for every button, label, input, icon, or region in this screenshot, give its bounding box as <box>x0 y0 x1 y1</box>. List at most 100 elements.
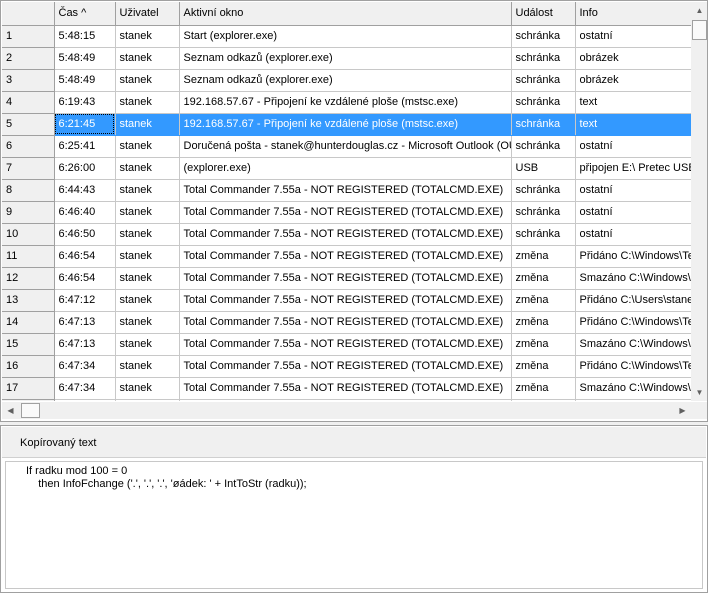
user-cell[interactable]: stanek <box>115 245 180 268</box>
event-cell[interactable]: schránka <box>511 113 576 136</box>
user-cell[interactable]: stanek <box>115 377 180 400</box>
window-cell[interactable]: Total Commander 7.55a - NOT REGISTERED (… <box>179 289 512 312</box>
event-cell[interactable]: USB <box>511 157 576 180</box>
window-cell[interactable]: Total Commander 7.55a - NOT REGISTERED (… <box>179 201 512 224</box>
user-cell[interactable] <box>115 399 180 401</box>
time-cell[interactable]: 6:46:54 <box>54 267 116 290</box>
info-cell[interactable]: Přidáno C:\Windows\Temp <box>575 245 691 268</box>
user-cell[interactable]: stanek <box>115 201 180 224</box>
event-cell[interactable]: změna <box>511 333 576 356</box>
window-cell[interactable]: Seznam odkazů (explorer.exe) <box>179 69 512 92</box>
window-cell[interactable]: 192.168.57.67 - Připojení ke vzdálené pl… <box>179 91 512 114</box>
vertical-scroll-thumb[interactable] <box>692 20 707 40</box>
table-row[interactable]: 11 6:46:54 stanek Total Commander 7.55a - N… <box>2 245 691 268</box>
time-cell[interactable]: 5:48:15 <box>54 25 116 48</box>
table-row[interactable]: 16 6:47:34 stanek Total Commander 7.55a - N… <box>2 355 691 378</box>
time-cell[interactable]: 6:26:00 <box>54 157 116 180</box>
time-cell[interactable]: 6:19:43 <box>54 91 116 114</box>
window-cell[interactable]: Total Commander 7.55a - NOT REGISTERED (… <box>179 245 512 268</box>
event-cell[interactable]: schránka <box>511 223 576 246</box>
event-cell[interactable]: změna <box>511 267 576 290</box>
event-cell[interactable]: změna <box>511 289 576 312</box>
user-cell[interactable]: stanek <box>115 47 180 70</box>
column-header-event[interactable]: Událost <box>511 2 576 26</box>
table-row[interactable]: 4 6:19:43 stanek 192.168.57.67 - Připojení … <box>2 91 691 114</box>
column-header-user[interactable]: Uživatel <box>115 2 180 26</box>
arrow-up-icon[interactable]: ▲ <box>691 2 707 19</box>
table-row[interactable]: 14 6:47:13 stanek Total Commander 7.55a - N… <box>2 311 691 334</box>
event-cell[interactable]: schránka <box>511 179 576 202</box>
user-cell[interactable]: stanek <box>115 267 180 290</box>
clipboard-text[interactable]: If radku mod 100 = 0 then InfoFchange ('… <box>5 461 703 589</box>
time-cell[interactable]: 5:48:49 <box>54 69 116 92</box>
vertical-scrollbar[interactable]: ▲ ▼ <box>691 2 707 401</box>
event-cell[interactable]: schránka <box>511 135 576 158</box>
table-row[interactable]: 10 6:46:50 stanek Total Commander 7.55a - N… <box>2 223 691 246</box>
arrow-right-icon[interactable]: ▶ <box>674 402 691 419</box>
info-cell[interactable]: Smazáno C:\Windows\Temp <box>575 267 691 290</box>
event-cell[interactable]: schránka <box>511 91 576 114</box>
event-cell[interactable]: změna <box>511 355 576 378</box>
time-cell[interactable]: 6:47:13 <box>54 333 116 356</box>
event-cell[interactable]: změna <box>511 377 576 400</box>
table-row[interactable]: 3 5:48:49 stanek Seznam odkazů (explorer.ex… <box>2 69 691 92</box>
horizontal-scroll-thumb[interactable] <box>21 403 40 418</box>
user-cell[interactable]: stanek <box>115 113 180 136</box>
event-cell[interactable]: schránka <box>511 201 576 224</box>
time-cell[interactable] <box>54 399 116 401</box>
window-cell[interactable]: Total Commander 7.55a - NOT REGISTERED (… <box>179 223 512 246</box>
window-cell[interactable]: Total Commander 7.55a - NOT REGISTERED (… <box>179 377 512 400</box>
column-header-info[interactable]: Info <box>575 2 691 26</box>
window-cell[interactable]: Start (explorer.exe) <box>179 25 512 48</box>
table-row[interactable]: 8 6:44:43 stanek Total Commander 7.55a - NO… <box>2 179 691 202</box>
column-header-window[interactable]: Aktivní okno <box>179 2 512 26</box>
table-row[interactable]: 9 6:46:40 stanek Total Commander 7.55a - NO… <box>2 201 691 224</box>
user-cell[interactable]: stanek <box>115 289 180 312</box>
window-cell[interactable]: Total Commander 7.55a - NOT REGISTERED (… <box>179 311 512 334</box>
user-cell[interactable]: stanek <box>115 355 180 378</box>
user-cell[interactable]: stanek <box>115 157 180 180</box>
table-row[interactable]: 17 6:47:34 stanek Total Commander 7.55a - N… <box>2 377 691 400</box>
table-row[interactable]: 5 6:21:45 stanek 192.168.57.67 - Připojení … <box>2 113 691 136</box>
arrow-left-icon[interactable]: ◀ <box>2 402 19 419</box>
table-row[interactable]: 15 6:47:13 stanek Total Commander 7.55a - N… <box>2 333 691 356</box>
horizontal-scrollbar[interactable]: ◀ ▶ <box>2 402 691 419</box>
time-cell[interactable]: 6:21:45 <box>54 113 116 136</box>
info-cell[interactable]: obrázek <box>575 69 691 92</box>
window-cell[interactable]: Seznam odkazů (explorer.exe) <box>179 47 512 70</box>
column-header-time[interactable]: Čas ^ <box>54 2 116 26</box>
info-cell[interactable]: ostatní <box>575 25 691 48</box>
info-cell[interactable]: ostatní <box>575 223 691 246</box>
window-cell[interactable]: Total Commander 7.55a - NOT REGISTERED (… <box>179 355 512 378</box>
time-cell[interactable]: 6:25:41 <box>54 135 116 158</box>
window-cell[interactable]: Doručená pošta - stanek@hunterdouglas.cz… <box>179 135 512 158</box>
info-cell[interactable]: ostatní <box>575 201 691 224</box>
info-cell[interactable]: text <box>575 113 691 136</box>
info-cell[interactable]: text <box>575 91 691 114</box>
info-cell[interactable]: Přidáno C:\Windows\Temp <box>575 311 691 334</box>
user-cell[interactable]: stanek <box>115 179 180 202</box>
event-cell[interactable]: změna <box>511 311 576 334</box>
time-cell[interactable]: 6:44:43 <box>54 179 116 202</box>
info-cell[interactable]: Smazáno C:\Windows\Temp <box>575 377 691 400</box>
time-cell[interactable]: 6:46:54 <box>54 245 116 268</box>
user-cell[interactable]: stanek <box>115 25 180 48</box>
time-cell[interactable]: 6:47:13 <box>54 311 116 334</box>
event-cell[interactable]: schránka <box>511 47 576 70</box>
info-cell[interactable]: obrázek <box>575 47 691 70</box>
info-cell[interactable] <box>575 399 691 401</box>
window-cell[interactable]: Total Commander 7.55a - NOT REGISTERED (… <box>179 267 512 290</box>
user-cell[interactable]: stanek <box>115 333 180 356</box>
table-row[interactable]: 6 6:25:41 stanek Doručená pošta - stanek@hu… <box>2 135 691 158</box>
user-cell[interactable]: stanek <box>115 91 180 114</box>
window-cell[interactable]: Total Commander 7.55a - NOT REGISTERED (… <box>179 333 512 356</box>
time-cell[interactable]: 6:47:34 <box>54 355 116 378</box>
info-cell[interactable]: Přidáno C:\Users\stanek <box>575 289 691 312</box>
time-cell[interactable]: 6:47:34 <box>54 377 116 400</box>
window-cell[interactable]: Total Commander 7.55a - NOT REGISTERED (… <box>179 179 512 202</box>
user-cell[interactable]: stanek <box>115 223 180 246</box>
info-cell[interactable]: Přidáno C:\Windows\Temp <box>575 355 691 378</box>
arrow-down-icon[interactable]: ▼ <box>691 384 707 401</box>
time-cell[interactable]: 6:47:12 <box>54 289 116 312</box>
event-cell[interactable]: schránka <box>511 69 576 92</box>
